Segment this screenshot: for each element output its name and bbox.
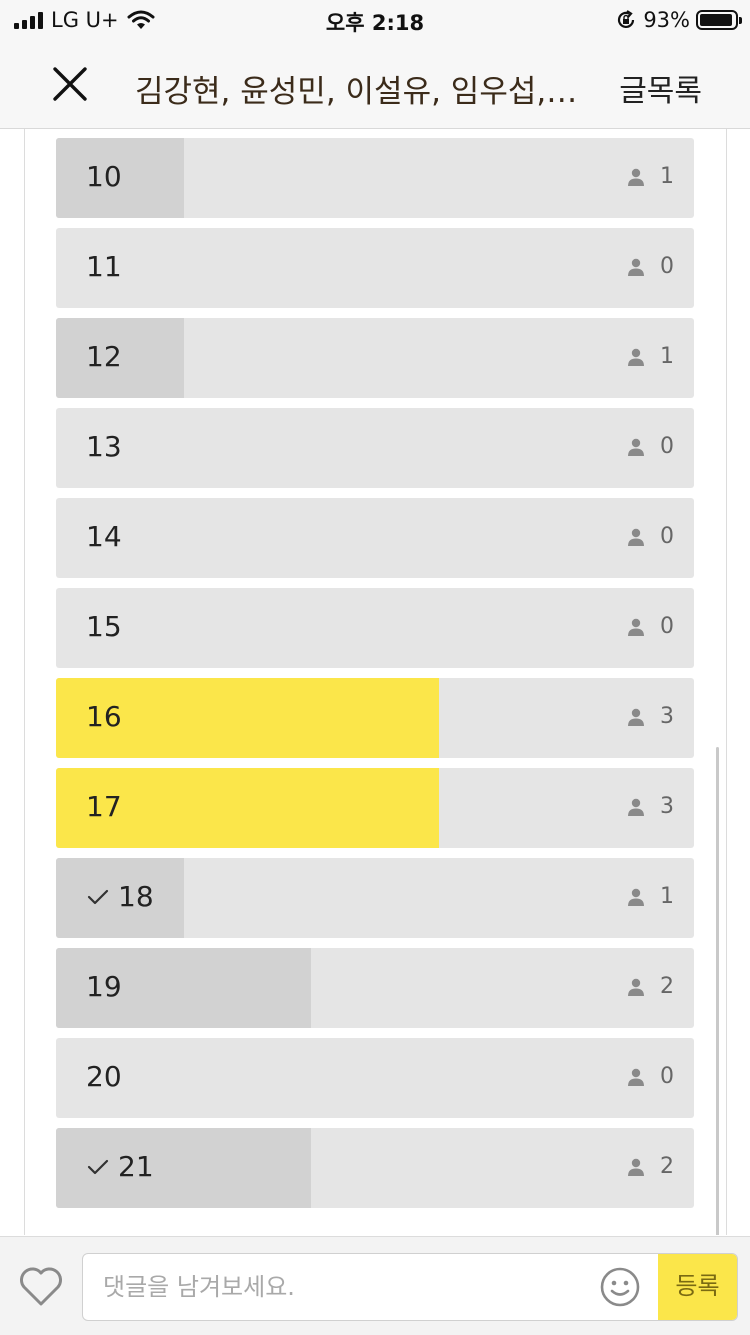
comment-input[interactable] <box>101 1254 585 1320</box>
option-label-wrap: 20 <box>86 1060 122 1093</box>
person-icon <box>628 798 644 816</box>
comment-box: 등록 <box>82 1253 738 1321</box>
poll-option[interactable]: 11 0 <box>56 228 694 308</box>
comment-bar: 등록 <box>0 1236 750 1335</box>
vote-count-wrap: 0 <box>626 254 674 279</box>
person-icon <box>628 978 644 996</box>
vote-count: 2 <box>660 974 674 999</box>
person-icon <box>628 618 644 636</box>
poll-options: 10 1 11 0 12 1 13 0 14 0 15 0 16 3 17 3 18 1 19 2 20 0 21 2 <box>56 138 694 1218</box>
scrollbar[interactable] <box>716 747 719 1235</box>
poll-option[interactable]: 10 1 <box>56 138 694 218</box>
poll-option[interactable]: 15 0 <box>56 588 694 668</box>
vote-count: 1 <box>660 344 674 369</box>
vote-count: 0 <box>660 524 674 549</box>
poll-option[interactable]: 17 3 <box>56 768 694 848</box>
option-label: 11 <box>86 250 122 283</box>
option-label-wrap: 21 <box>86 1150 154 1183</box>
vote-count-wrap: 0 <box>626 434 674 459</box>
poll-option[interactable]: 16 3 <box>56 678 694 758</box>
vote-count-wrap: 0 <box>626 614 674 639</box>
vote-count: 0 <box>660 1064 674 1089</box>
option-label: 15 <box>86 610 122 643</box>
poll-option[interactable]: 12 1 <box>56 318 694 398</box>
vote-count-wrap: 1 <box>626 884 674 909</box>
person-icon <box>628 258 644 276</box>
option-label: 18 <box>118 880 154 913</box>
option-label: 10 <box>86 160 122 193</box>
person-icon <box>628 888 644 906</box>
option-label-wrap: 15 <box>86 610 122 643</box>
poll-option[interactable]: 18 1 <box>56 858 694 938</box>
vote-count: 1 <box>660 884 674 909</box>
submit-button[interactable]: 등록 <box>658 1254 737 1320</box>
like-button[interactable] <box>18 1266 64 1308</box>
poll-option[interactable]: 21 2 <box>56 1128 694 1208</box>
vote-count-wrap: 2 <box>626 974 674 999</box>
option-label-wrap: 11 <box>86 250 122 283</box>
vote-count: 3 <box>660 794 674 819</box>
status-right: 93% <box>615 8 742 32</box>
person-icon <box>628 708 644 726</box>
option-label: 21 <box>118 1150 154 1183</box>
vote-count: 3 <box>660 704 674 729</box>
person-icon <box>628 348 644 366</box>
option-label-wrap: 17 <box>86 790 122 823</box>
vote-count-wrap: 1 <box>626 164 674 189</box>
smiley-icon <box>600 1267 640 1307</box>
person-icon <box>628 168 644 186</box>
option-label-wrap: 19 <box>86 970 122 1003</box>
close-icon <box>53 67 87 101</box>
vote-count-wrap: 1 <box>626 344 674 369</box>
option-label: 14 <box>86 520 122 553</box>
post-list-button[interactable]: 글목록 <box>619 66 702 110</box>
status-bar: LG U+ 오후 2:18 93% <box>0 0 750 40</box>
vote-count: 2 <box>660 1154 674 1179</box>
battery-fill <box>700 14 732 26</box>
option-label: 20 <box>86 1060 122 1093</box>
poll-option[interactable]: 13 0 <box>56 408 694 488</box>
poll-option[interactable]: 19 2 <box>56 948 694 1028</box>
option-label: 12 <box>86 340 122 373</box>
option-label: 13 <box>86 430 122 463</box>
option-label-wrap: 10 <box>86 160 122 193</box>
emoji-button[interactable] <box>599 1266 641 1308</box>
vote-count: 0 <box>660 614 674 639</box>
nav-header: 김강현, 윤성민, 이설유, 임우섭, 안세훈 글목록 <box>0 40 750 129</box>
vote-count-wrap: 3 <box>626 704 674 729</box>
vote-count-wrap: 3 <box>626 794 674 819</box>
rotation-lock-icon <box>618 10 635 29</box>
check-icon <box>87 889 109 904</box>
option-label-wrap: 13 <box>86 430 122 463</box>
poll-option[interactable]: 14 0 <box>56 498 694 578</box>
check-icon <box>87 1159 109 1174</box>
vote-count-wrap: 2 <box>626 1154 674 1179</box>
heart-icon <box>20 1267 62 1306</box>
person-icon <box>628 1158 644 1176</box>
option-label-wrap: 18 <box>86 880 154 913</box>
vote-count: 1 <box>660 164 674 189</box>
vote-count-wrap: 0 <box>626 1064 674 1089</box>
option-label-wrap: 14 <box>86 520 122 553</box>
person-icon <box>628 528 644 546</box>
battery-percent: 93% <box>643 8 690 32</box>
close-button[interactable] <box>48 62 92 106</box>
page-title: 김강현, 윤성민, 이설유, 임우섭, 안세훈 <box>135 74 580 110</box>
option-label: 19 <box>86 970 122 1003</box>
option-label-wrap: 16 <box>86 700 122 733</box>
option-label: 16 <box>86 700 122 733</box>
vote-count: 0 <box>660 434 674 459</box>
vote-count: 0 <box>660 254 674 279</box>
option-label: 17 <box>86 790 122 823</box>
person-icon <box>628 438 644 456</box>
vote-count-wrap: 0 <box>626 524 674 549</box>
option-label-wrap: 12 <box>86 340 122 373</box>
battery-icon <box>696 10 742 30</box>
poll-option[interactable]: 20 0 <box>56 1038 694 1118</box>
person-icon <box>628 1068 644 1086</box>
